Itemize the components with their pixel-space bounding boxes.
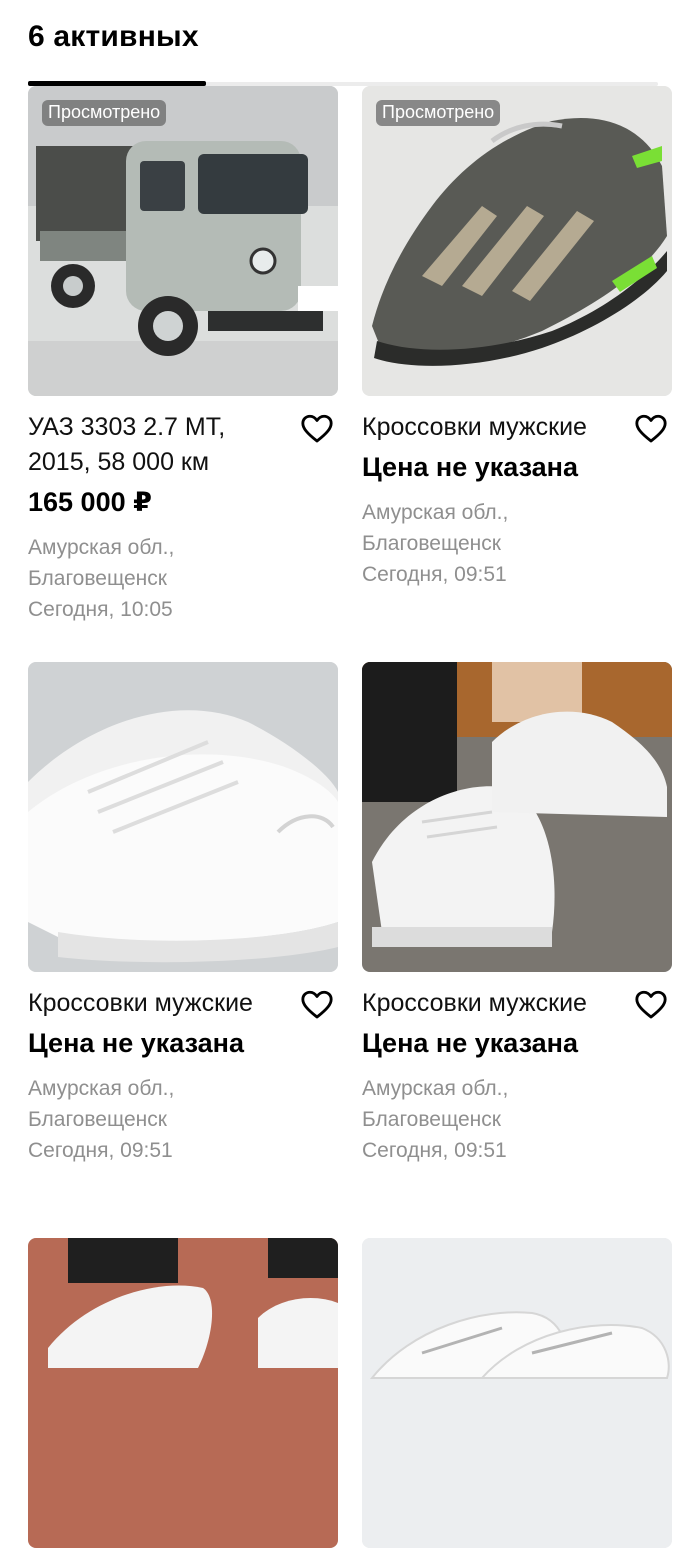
listing-date: Сегодня, 10:05 bbox=[28, 598, 173, 621]
listing-image[interactable]: Просмотрено bbox=[362, 86, 672, 396]
listing-image[interactable] bbox=[362, 1238, 672, 1548]
listing-location-region: Амурская обл., bbox=[28, 536, 175, 559]
listing-title[interactable]: Кроссовки мужские bbox=[362, 986, 622, 1021]
listing-location-region: Амурская обл., bbox=[362, 501, 509, 524]
white-sneakers-pair-image bbox=[362, 1238, 672, 1548]
favorite-heart-icon[interactable] bbox=[634, 412, 668, 446]
white-sneakers-feet-image bbox=[28, 1238, 338, 1548]
favorite-heart-icon[interactable] bbox=[300, 988, 334, 1022]
listing-date: Сегодня, 09:51 bbox=[362, 563, 507, 586]
listing-location-city: Благовещенск bbox=[362, 1108, 501, 1131]
listing-title[interactable]: Кроссовки мужские bbox=[362, 410, 622, 445]
listing-card[interactable] bbox=[362, 1238, 672, 1548]
listing-location-city: Благовещенск bbox=[362, 532, 501, 555]
listing-image[interactable] bbox=[28, 662, 338, 972]
listing-location-region: Амурская обл., bbox=[28, 1077, 175, 1100]
listing-image[interactable]: Просмотрено bbox=[28, 86, 338, 396]
listing-card[interactable]: Просмотрено УАЗ 3303 2.7 MT, 2015, 58 00… bbox=[28, 86, 338, 625]
listing-card[interactable]: Кроссовки мужские Цена не указана Амурск… bbox=[362, 662, 672, 1166]
viewed-badge: Просмотрено bbox=[42, 100, 167, 126]
listing-price: Цена не указана bbox=[362, 452, 578, 482]
favorite-heart-icon[interactable] bbox=[634, 988, 668, 1022]
listing-card[interactable]: Просмотрено Кроссовки мужские Цена не ук… bbox=[362, 86, 672, 590]
listing-date: Сегодня, 09:51 bbox=[28, 1139, 173, 1162]
white-sneakers-worn-image bbox=[362, 662, 672, 972]
favorite-heart-icon[interactable] bbox=[300, 412, 334, 446]
listing-location-region: Амурская обл., bbox=[362, 1077, 509, 1100]
listing-price: Цена не указана bbox=[362, 1028, 578, 1058]
viewed-badge: Просмотрено bbox=[376, 100, 501, 126]
gray-sneaker-image bbox=[362, 86, 672, 396]
listing-price: 165 000 ₽ bbox=[28, 487, 152, 517]
listing-card[interactable] bbox=[28, 1238, 338, 1548]
listing-image[interactable] bbox=[362, 662, 672, 972]
listing-image[interactable] bbox=[28, 1238, 338, 1548]
page-title: 6 активных bbox=[28, 20, 199, 53]
listing-title[interactable]: Кроссовки мужские bbox=[28, 986, 288, 1021]
uaz-truck-image bbox=[28, 86, 338, 396]
listing-card[interactable]: Кроссовки мужские Цена не указана Амурск… bbox=[28, 662, 338, 1166]
listing-location-city: Благовещенск bbox=[28, 567, 167, 590]
listing-price: Цена не указана bbox=[28, 1028, 244, 1058]
white-sneakers-image bbox=[28, 662, 338, 972]
listing-location-city: Благовещенск bbox=[28, 1108, 167, 1131]
listing-title[interactable]: УАЗ 3303 2.7 MT, 2015, 58 000 км bbox=[28, 410, 288, 480]
listing-date: Сегодня, 09:51 bbox=[362, 1139, 507, 1162]
